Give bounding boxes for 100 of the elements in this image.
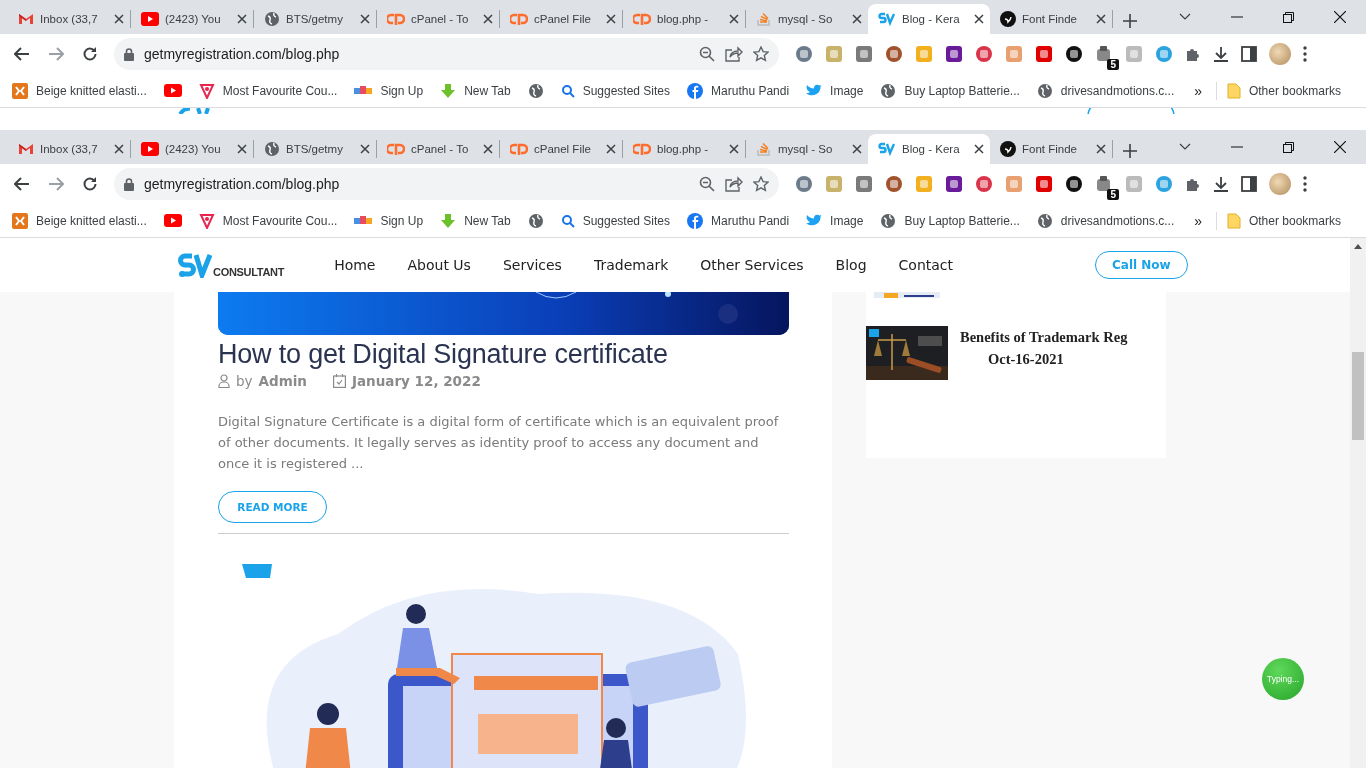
- bookmark-link[interactable]: Maruthu Pandi: [711, 83, 790, 98]
- download-icon[interactable]: [1213, 46, 1229, 62]
- browser-tab[interactable]: Font Finde: [990, 4, 1112, 34]
- nav-link[interactable]: Home: [334, 257, 376, 273]
- recent-post-title[interactable]: Benefits of Trademark Reg: [960, 326, 1128, 348]
- bookmark-link[interactable]: Suggested Sites: [582, 83, 671, 98]
- back-arrow-icon[interactable]: [14, 47, 30, 61]
- nav-link[interactable]: Trademark: [593, 257, 669, 273]
- share-icon[interactable]: [725, 176, 743, 192]
- bookmark-link[interactable]: New Tab: [464, 83, 511, 98]
- browser-tab[interactable]: mysql - So: [746, 4, 868, 34]
- side-panel-icon[interactable]: [1241, 46, 1257, 62]
- nav-link[interactable]: Services: [502, 257, 562, 273]
- browser-tab[interactable]: (2423) You: [131, 134, 253, 164]
- side-panel-icon[interactable]: [1241, 176, 1257, 192]
- bookmark-link[interactable]: Beige knitted elasti...: [36, 213, 147, 228]
- close-icon[interactable]: [1096, 144, 1106, 154]
- browser-tab[interactable]: mysql - So: [746, 134, 868, 164]
- close-icon[interactable]: [606, 14, 616, 24]
- address-bar[interactable]: getmyregistration.com/blog.php: [114, 168, 779, 200]
- close-icon[interactable]: [114, 144, 124, 154]
- bookmark-link[interactable]: Image: [830, 83, 864, 98]
- extension-icon[interactable]: [1065, 175, 1083, 193]
- extension-icon[interactable]: [945, 175, 963, 193]
- browser-tab[interactable]: Blog - Kera: [868, 134, 990, 164]
- bookmark-link[interactable]: Suggested Sites: [582, 213, 671, 228]
- close-icon[interactable]: [974, 144, 984, 154]
- download-icon[interactable]: [1213, 176, 1229, 192]
- restore-icon[interactable]: [1283, 11, 1294, 23]
- browser-tab[interactable]: BTS/getmy: [254, 4, 376, 34]
- address-bar[interactable]: getmyregistration.com/blog.php: [114, 38, 779, 70]
- bookmark-folder[interactable]: Other bookmarks: [1248, 213, 1341, 228]
- puzzle-icon[interactable]: [1185, 46, 1201, 62]
- bookmark-link[interactable]: Buy Laptop Batterie...: [904, 213, 1020, 228]
- reload-icon[interactable]: [82, 176, 98, 192]
- restore-icon[interactable]: [1283, 141, 1294, 153]
- new-tab-icon[interactable]: [1123, 144, 1137, 158]
- scroll-thumb[interactable]: [1352, 352, 1364, 440]
- back-arrow-icon[interactable]: [14, 177, 30, 191]
- chevron-down-icon[interactable]: [1179, 143, 1191, 151]
- nav-link[interactable]: Other Services: [700, 257, 804, 273]
- more-bookmarks-button[interactable]: »: [1194, 212, 1202, 229]
- chevron-down-icon[interactable]: [1179, 13, 1191, 21]
- bookmark-link[interactable]: Maruthu Pandi: [711, 213, 790, 228]
- new-tab-icon[interactable]: [1123, 14, 1137, 28]
- close-icon[interactable]: [483, 144, 493, 154]
- browser-tab[interactable]: cPanel File: [500, 4, 622, 34]
- browser-tab[interactable]: (2423) You: [131, 4, 253, 34]
- scrollbar[interactable]: [1350, 238, 1366, 768]
- browser-tab[interactable]: blog.php -: [623, 134, 745, 164]
- zoom-icon[interactable]: [699, 46, 715, 62]
- close-icon[interactable]: [360, 144, 370, 154]
- close-icon[interactable]: [114, 14, 124, 24]
- close-icon[interactable]: [852, 14, 862, 24]
- bookmark-link[interactable]: Most Favourite Cou...: [222, 213, 338, 228]
- close-icon[interactable]: [1334, 141, 1346, 153]
- bookmark-link[interactable]: Sign Up: [380, 213, 424, 228]
- extension-icon[interactable]: [1095, 45, 1113, 63]
- share-icon[interactable]: [725, 46, 743, 62]
- close-icon[interactable]: [729, 14, 739, 24]
- star-icon[interactable]: [753, 46, 769, 62]
- forward-arrow-icon[interactable]: [48, 177, 64, 191]
- browser-tab[interactable]: cPanel - To: [377, 4, 499, 34]
- extension-icon[interactable]: [945, 45, 963, 63]
- close-icon[interactable]: [729, 144, 739, 154]
- reload-icon[interactable]: [82, 46, 98, 62]
- bookmark-link[interactable]: Sign Up: [380, 83, 424, 98]
- browser-tab[interactable]: cPanel - To: [377, 134, 499, 164]
- nav-link[interactable]: Contact: [898, 257, 953, 273]
- browser-tab[interactable]: blog.php -: [623, 4, 745, 34]
- close-icon[interactable]: [1096, 14, 1106, 24]
- browser-tab[interactable]: Inbox (33,7: [8, 4, 130, 34]
- nav-link[interactable]: Blog: [835, 257, 867, 273]
- browser-tab[interactable]: cPanel File: [500, 134, 622, 164]
- bookmark-link[interactable]: drivesandmotions.c...: [1060, 213, 1175, 228]
- close-icon[interactable]: [360, 14, 370, 24]
- close-icon[interactable]: [237, 14, 247, 24]
- forward-arrow-icon[interactable]: [48, 47, 64, 61]
- browser-tab[interactable]: Inbox (33,7: [8, 134, 130, 164]
- close-icon[interactable]: [237, 144, 247, 154]
- bookmark-link[interactable]: Most Favourite Cou...: [222, 83, 338, 98]
- bookmark-link[interactable]: drivesandmotions.c...: [1060, 83, 1175, 98]
- close-icon[interactable]: [974, 14, 984, 24]
- bookmark-link[interactable]: New Tab: [464, 213, 511, 228]
- close-icon[interactable]: [852, 144, 862, 154]
- bookmark-link[interactable]: Buy Laptop Batterie...: [904, 83, 1020, 98]
- nav-link[interactable]: About Us: [407, 257, 471, 273]
- browser-tab[interactable]: BTS/getmy: [254, 134, 376, 164]
- menu-icon[interactable]: [1303, 46, 1307, 62]
- close-icon[interactable]: [483, 14, 493, 24]
- extension-icon[interactable]: [1065, 45, 1083, 63]
- close-icon[interactable]: [606, 144, 616, 154]
- menu-icon[interactable]: [1303, 176, 1307, 192]
- extension-icon[interactable]: [1095, 175, 1113, 193]
- bookmark-folder[interactable]: Other bookmarks: [1248, 83, 1341, 98]
- browser-tab[interactable]: Blog - Kera: [868, 4, 990, 34]
- close-icon[interactable]: [1334, 11, 1346, 23]
- star-icon[interactable]: [753, 176, 769, 192]
- bookmark-link[interactable]: Image: [830, 213, 864, 228]
- more-bookmarks-button[interactable]: »: [1194, 82, 1202, 99]
